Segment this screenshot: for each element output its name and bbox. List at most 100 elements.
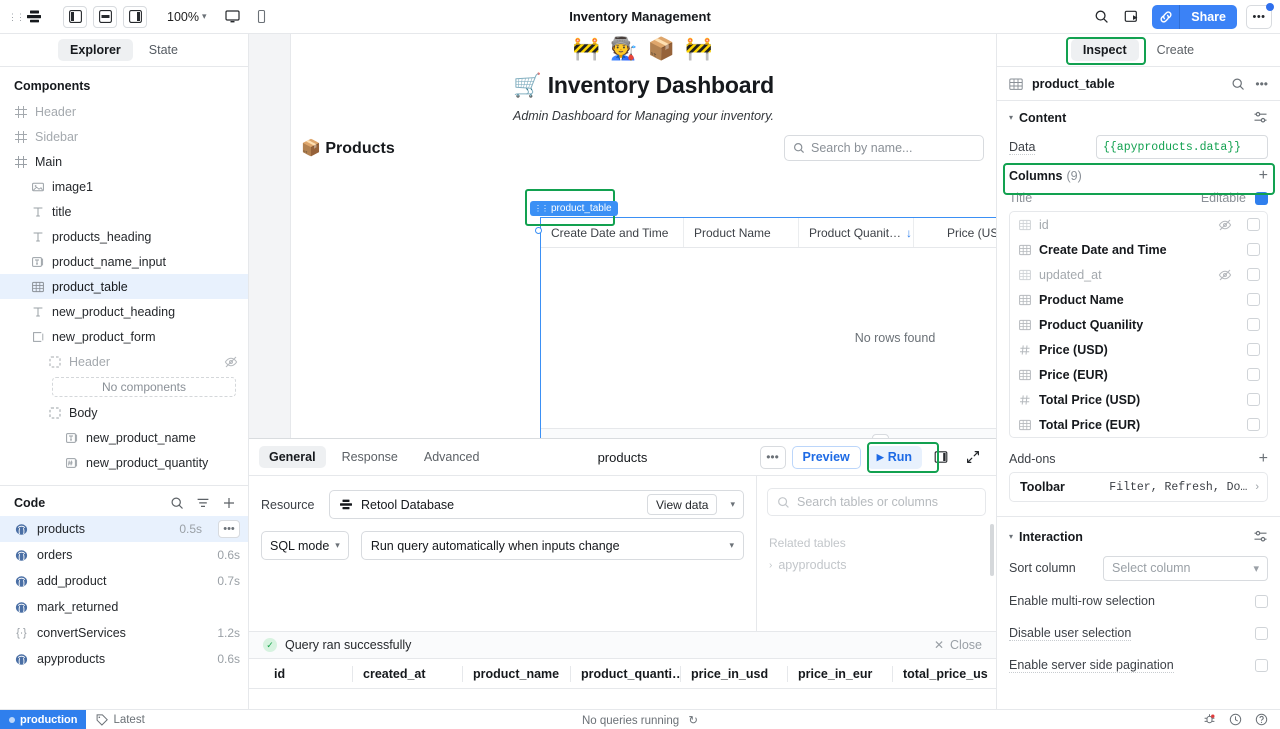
filter-icon[interactable]	[196, 496, 210, 510]
tree-item-products-heading[interactable]: products_heading	[0, 224, 248, 249]
data-input[interactable]: {{apyproducts.data}}	[1096, 135, 1268, 159]
share-button[interactable]: Share	[1180, 4, 1237, 29]
query-item-add-product[interactable]: add_product 0.7s	[0, 568, 248, 594]
more-icon[interactable]: •••	[1246, 2, 1274, 29]
desktop-icon[interactable]	[220, 5, 246, 29]
more-icon[interactable]: •••	[1255, 77, 1268, 91]
eye-off-icon[interactable]	[1218, 218, 1232, 232]
tree-item-sidebar[interactable]: Sidebar	[0, 124, 248, 149]
chevron-down-icon[interactable]: ▾	[725, 499, 740, 510]
layout-bottom-icon[interactable]	[93, 5, 117, 28]
query-item-convert-services[interactable]: {∙} convertServices 1.2s	[0, 620, 248, 646]
eye-off-icon[interactable]	[1218, 268, 1232, 282]
column-editable-checkbox[interactable]	[1247, 293, 1260, 306]
tab-general[interactable]: General	[259, 446, 326, 468]
sql-mode-select[interactable]: SQL mode ▾	[261, 531, 349, 560]
related-table-apyproducts[interactable]: › apyproducts	[769, 558, 986, 572]
result-col-product-name[interactable]: product_name	[463, 665, 571, 682]
tab-state[interactable]: State	[137, 39, 190, 61]
column-item-updated-at[interactable]: updated_at	[1010, 262, 1267, 287]
history-icon[interactable]	[1229, 713, 1242, 726]
tree-item-header[interactable]: Header	[0, 99, 248, 124]
column-item-price-usd[interactable]: Price (USD)	[1010, 337, 1267, 362]
close-result-button[interactable]: ✕ Close	[934, 638, 982, 652]
tree-item-product-table[interactable]: product_table	[0, 274, 248, 299]
interaction-section-header[interactable]: ▾ Interaction	[997, 517, 1280, 551]
layout-left-icon[interactable]	[63, 5, 87, 28]
column-editable-checkbox[interactable]	[1247, 418, 1260, 431]
resource-select[interactable]: Retool Database View data ▾	[329, 490, 744, 519]
search-icon[interactable]	[170, 496, 184, 510]
column-editable-checkbox[interactable]	[1247, 243, 1260, 256]
column-editable-checkbox[interactable]	[1247, 343, 1260, 356]
schema-scrollbar[interactable]	[990, 524, 994, 576]
server-side-pagination-checkbox[interactable]	[1255, 658, 1268, 672]
result-col-created-at[interactable]: created_at	[353, 665, 463, 682]
tree-item-image1[interactable]: image1	[0, 174, 248, 199]
column-editable-checkbox[interactable]	[1247, 318, 1260, 331]
view-data-button[interactable]: View data	[646, 494, 718, 515]
preview-button[interactable]: Preview	[791, 445, 861, 469]
present-icon[interactable]	[1118, 5, 1144, 29]
panel-toggle-icon[interactable]	[928, 445, 954, 469]
result-col-price-in-usd[interactable]: price_in_usd	[681, 665, 788, 682]
column-editable-checkbox[interactable]	[1247, 268, 1260, 281]
column-editable-checkbox[interactable]	[1247, 218, 1260, 231]
bug-icon[interactable]	[1203, 713, 1216, 726]
tab-inspect[interactable]: Inspect	[1070, 39, 1139, 61]
tree-item-title[interactable]: title	[0, 199, 248, 224]
column-item-total-price-eur[interactable]: Total Price (EUR)	[1010, 412, 1267, 437]
content-section-header[interactable]: ▾ Content	[997, 101, 1280, 132]
query-more-button[interactable]: •••	[759, 445, 786, 469]
tree-item-new-product-name[interactable]: new_product_name	[0, 425, 248, 450]
layout-right-icon[interactable]	[123, 5, 147, 28]
tab-create[interactable]: Create	[1145, 39, 1207, 61]
sort-column-select[interactable]: Select column ▾	[1103, 555, 1268, 581]
column-editable-checkbox[interactable]	[1247, 368, 1260, 381]
resize-handle[interactable]	[535, 227, 542, 234]
column-item-total-price-usd[interactable]: Total Price (USD)	[1010, 387, 1267, 412]
tree-item-new-product-quantity[interactable]: new_product_quantity	[0, 450, 248, 475]
multirow-selection-checkbox[interactable]	[1255, 594, 1268, 608]
tree-item-main[interactable]: Main	[0, 149, 248, 174]
plus-icon[interactable]	[222, 496, 236, 510]
tab-response[interactable]: Response	[332, 446, 408, 468]
query-item-mark-returned[interactable]: mark_returned	[0, 594, 248, 620]
table-col-price-usd[interactable]: Price (USD)	[914, 218, 996, 247]
mobile-icon[interactable]	[249, 5, 275, 29]
add-addon-icon[interactable]: +	[1259, 451, 1268, 467]
tree-item-new-product-form[interactable]: new_product_form	[0, 324, 248, 349]
link-icon[interactable]	[1152, 4, 1181, 29]
column-item-id[interactable]: id	[1010, 212, 1267, 237]
settings-sliders-icon[interactable]	[1253, 529, 1268, 544]
query-menu-icon[interactable]: •••	[218, 520, 240, 538]
retool-logo-icon[interactable]	[21, 5, 47, 29]
disable-user-selection-checkbox[interactable]	[1255, 626, 1268, 640]
tree-item-form-body[interactable]: Body	[0, 400, 248, 425]
column-editable-checkbox[interactable]	[1247, 393, 1260, 406]
tab-explorer[interactable]: Explorer	[58, 39, 133, 61]
expand-icon[interactable]	[960, 445, 986, 469]
product-name-input[interactable]: Search by name...	[784, 135, 984, 161]
column-item-product-quantity[interactable]: Product Quanility	[1010, 312, 1267, 337]
table-col-create-date[interactable]: Create Date and Time	[541, 218, 684, 247]
column-item-price-eur[interactable]: Price (EUR)	[1010, 362, 1267, 387]
tab-advanced[interactable]: Advanced	[414, 446, 490, 468]
trigger-mode-select[interactable]: Run query automatically when inputs chan…	[360, 531, 744, 560]
column-item-create-date-and-time[interactable]: Create Date and Time	[1010, 237, 1267, 262]
selected-component-badge[interactable]: ⋮⋮ product_table	[530, 201, 618, 216]
schema-search-input[interactable]: Search tables or columns	[767, 488, 986, 516]
result-col-total-price-usd[interactable]: total_price_us	[893, 666, 993, 682]
result-col-product-quantity[interactable]: product_quanti…	[571, 665, 681, 682]
help-icon[interactable]	[1255, 713, 1268, 726]
eye-off-icon[interactable]	[224, 355, 238, 369]
search-icon[interactable]	[1231, 77, 1245, 91]
query-item-apyproducts[interactable]: apyproducts 0.6s	[0, 646, 248, 672]
table-col-product-quantity[interactable]: Product Quanit… ↓	[799, 218, 914, 247]
tree-item-form-header[interactable]: Header	[0, 349, 248, 374]
query-item-products[interactable]: products 0.5s •••	[0, 516, 248, 542]
tree-item-product-name-input[interactable]: product_name_input	[0, 249, 248, 274]
tree-item-new-product-heading[interactable]: new_product_heading	[0, 299, 248, 324]
toolbar-addon-row[interactable]: Toolbar Filter, Refresh, Do… ›	[1009, 472, 1268, 502]
editable-all-checkbox[interactable]	[1255, 191, 1268, 205]
